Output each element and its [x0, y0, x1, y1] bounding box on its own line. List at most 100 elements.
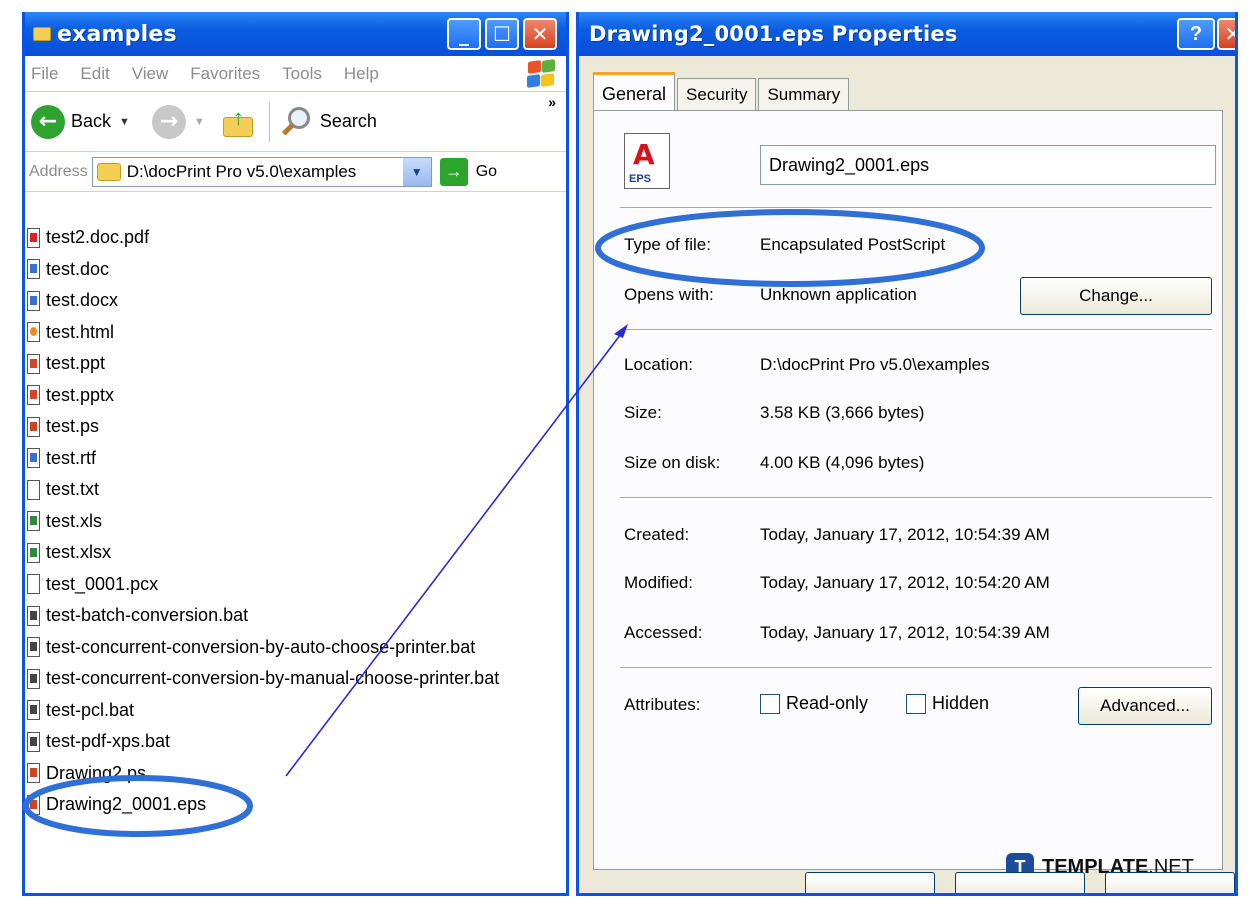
maximize-button[interactable]: ☐ [485, 18, 519, 50]
dialog-title: Drawing2_0001.eps Properties [589, 22, 958, 46]
list-item[interactable]: test-pdf-xps.bat [27, 726, 499, 758]
go-button[interactable]: Go [476, 163, 497, 181]
list-item[interactable]: test.doc [27, 254, 499, 286]
accessed-label: Accessed: [624, 623, 703, 642]
toolbar-overflow-icon[interactable]: » [548, 94, 556, 110]
opens-with-label: Opens with: [624, 285, 714, 304]
list-item[interactable]: test2.doc.pdf [27, 222, 499, 254]
change-button[interactable]: Change... [1020, 277, 1212, 315]
location-value: D:\docPrint Pro v5.0\examples [760, 355, 990, 374]
address-dropdown-icon[interactable]: ▼ [402, 157, 431, 186]
list-item[interactable]: test.rtf [27, 443, 499, 475]
go-arrow-icon[interactable]: → [439, 157, 468, 186]
list-item[interactable]: test-concurrent-conversion-by-manual-cho… [27, 663, 499, 695]
tab-general[interactable]: General [593, 72, 676, 112]
size-on-disk-label: Size on disk: [624, 453, 721, 472]
list-item-selected-eps[interactable]: Drawing2_0001.eps [27, 789, 499, 821]
menu-tools[interactable]: Tools [282, 64, 322, 84]
hidden-checkbox[interactable]: Hidden [906, 693, 989, 714]
batch-file-icon [27, 668, 40, 689]
menu-view[interactable]: View [132, 64, 169, 84]
created-label: Created: [624, 525, 690, 544]
adobe-logo-icon: A [633, 138, 655, 171]
back-button-label[interactable]: Back [71, 111, 111, 132]
ok-button[interactable] [805, 872, 935, 893]
postscript-file-icon [27, 416, 40, 437]
tab-strip: General Security Summary [593, 72, 851, 112]
forward-dropdown-icon[interactable]: ▼ [194, 116, 205, 128]
explorer-titlebar[interactable]: examples _ ☐ ✕ [25, 12, 566, 56]
readonly-checkbox[interactable]: Read-only [760, 693, 868, 714]
file-name: test.txt [46, 479, 100, 500]
dialog-close-button[interactable]: ✕ [1217, 18, 1235, 50]
search-button-label[interactable]: Search [320, 111, 377, 132]
file-name: test-pcl.bat [46, 699, 135, 720]
list-item[interactable]: test.ppt [27, 348, 499, 380]
menu-file[interactable]: File [31, 64, 58, 84]
image-file-icon [27, 574, 40, 595]
list-item[interactable]: test-concurrent-conversion-by-auto-choos… [27, 632, 499, 664]
list-item[interactable]: test-batch-conversion.bat [27, 600, 499, 632]
list-item[interactable]: Drawing2.ps [27, 758, 499, 790]
divider [620, 329, 1212, 331]
batch-file-icon [27, 700, 40, 721]
text-file-icon [27, 479, 40, 500]
minimize-button[interactable]: _ [447, 18, 481, 50]
forward-arrow-icon[interactable]: → [151, 104, 186, 139]
address-input[interactable]: D:\docPrint Pro v5.0\examples ▼ [91, 156, 432, 187]
list-item[interactable]: test_0001.pcx [27, 569, 499, 601]
list-item[interactable]: test.docx [27, 285, 499, 317]
list-item[interactable]: test.ps [27, 411, 499, 443]
tab-summary[interactable]: Summary [758, 78, 850, 112]
divider [620, 497, 1212, 499]
apply-button[interactable] [1105, 872, 1235, 893]
filename-field[interactable]: Drawing2_0001.eps [760, 145, 1216, 185]
back-dropdown-icon[interactable]: ▼ [119, 116, 130, 128]
html-file-icon [27, 322, 40, 343]
file-name: test.xlsx [46, 542, 112, 563]
rtf-file-icon [27, 448, 40, 469]
menu-edit[interactable]: Edit [80, 64, 109, 84]
type-value: Encapsulated PostScript [760, 235, 946, 254]
hidden-label: Hidden [932, 693, 990, 713]
file-name: test.rtf [46, 447, 97, 468]
up-folder-icon[interactable]: ↑ [222, 105, 255, 137]
list-item[interactable]: test.pptx [27, 380, 499, 412]
modified-label: Modified: [624, 573, 693, 592]
checkbox-box[interactable] [906, 693, 926, 714]
back-arrow-icon[interactable]: ← [31, 104, 65, 139]
created-value: Today, January 17, 2012, 10:54:39 AM [760, 525, 1050, 544]
list-item[interactable]: test.txt [27, 474, 499, 506]
dialog-titlebar[interactable]: Drawing2_0001.eps Properties ? ✕ [579, 12, 1235, 56]
file-name: test-concurrent-conversion-by-auto-choos… [46, 636, 476, 657]
postscript-file-icon [27, 763, 40, 784]
file-name: test.ps [46, 416, 100, 437]
cancel-button[interactable] [955, 872, 1085, 893]
file-name: test-batch-conversion.bat [46, 605, 249, 626]
opens-with-value: Unknown application [760, 285, 917, 304]
advanced-button[interactable]: Advanced... [1078, 687, 1212, 725]
file-name: test.doc [46, 258, 110, 279]
divider [620, 207, 1212, 209]
batch-file-icon [27, 637, 40, 658]
search-icon[interactable] [280, 105, 314, 139]
address-path: D:\docPrint Pro v5.0\examples [126, 161, 357, 181]
list-item[interactable]: test.html [27, 317, 499, 349]
toolbar-separator [268, 101, 270, 142]
tab-security[interactable]: Security [677, 78, 757, 112]
menu-favorites[interactable]: Favorites [190, 64, 260, 84]
menu-help[interactable]: Help [344, 64, 379, 84]
file-list: test2.doc.pdf test.doc test.docx test.ht… [27, 222, 499, 821]
properties-dialog: Drawing2_0001.eps Properties ? ✕ General… [576, 12, 1238, 896]
eps-file-icon: A EPS [624, 133, 670, 189]
list-item[interactable]: test.xlsx [27, 537, 499, 569]
checkbox-box[interactable] [760, 693, 780, 714]
list-item[interactable]: test.xls [27, 506, 499, 538]
file-name: test.ppt [46, 353, 106, 374]
list-item[interactable]: test-pcl.bat [27, 695, 499, 727]
close-button[interactable]: ✕ [523, 18, 557, 50]
size-on-disk-value: 4.00 KB (4,096 bytes) [760, 453, 925, 472]
file-name: test-pdf-xps.bat [46, 731, 171, 752]
file-name: Drawing2_0001.eps [46, 794, 207, 815]
help-button[interactable]: ? [1177, 18, 1215, 50]
